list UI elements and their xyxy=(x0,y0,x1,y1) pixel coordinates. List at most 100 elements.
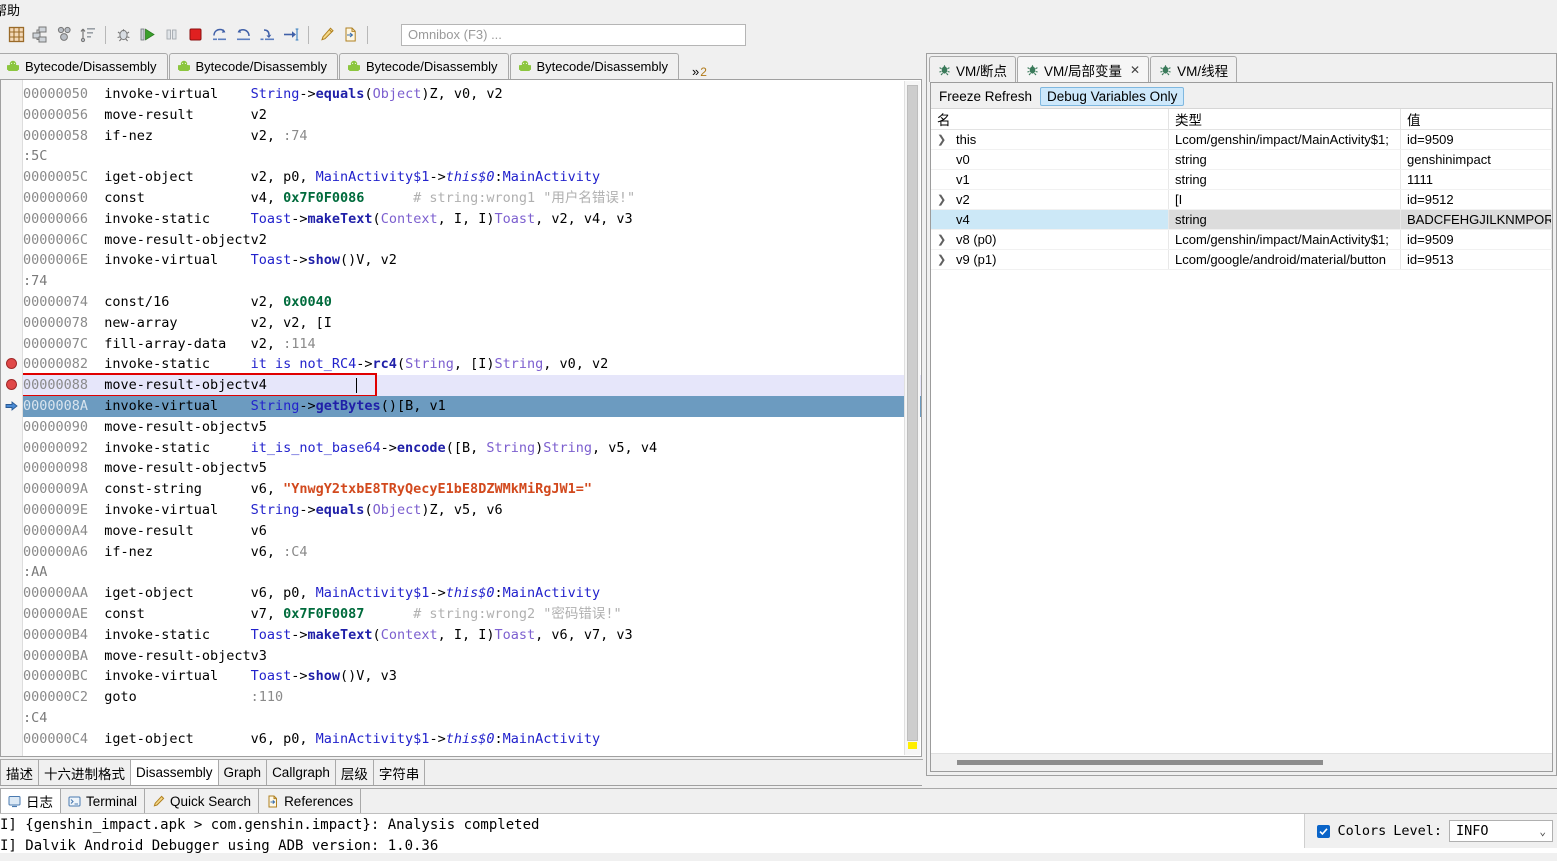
disassembly-line[interactable]: 000000A6 if-nez v6, :C4 xyxy=(23,542,921,563)
table-row[interactable]: ❯v1string1111 xyxy=(931,170,1552,190)
class-hierarchy-icon[interactable] xyxy=(28,23,52,47)
editor-bottom-tab-层级[interactable]: 层级 xyxy=(334,759,374,785)
debug-icon[interactable] xyxy=(111,23,135,47)
close-icon[interactable]: ✕ xyxy=(1130,63,1140,77)
export-icon[interactable] xyxy=(338,23,362,47)
menu-item-help[interactable]: 帮助 xyxy=(0,0,22,18)
log-console[interactable]: I] {genshin_impact.apk > com.genshin.imp… xyxy=(0,813,1557,853)
disassembly-code[interactable]: 00000050 invoke-virtual String->equals(O… xyxy=(23,80,921,756)
highlight-icon[interactable] xyxy=(314,23,338,47)
disassembly-line[interactable]: 00000078 new-array v2, v2, [I xyxy=(23,313,921,334)
disassembly-line[interactable]: 00000058 if-nez v2, :74 xyxy=(23,126,921,147)
scrollbar-thumb[interactable] xyxy=(907,85,918,741)
cell-name[interactable]: ❯v1 xyxy=(931,170,1169,189)
disassembly-line[interactable]: 000000A4 move-result v6 xyxy=(23,521,921,542)
bottom-tab-日志[interactable]: 日志 xyxy=(0,788,61,813)
column-header-name[interactable]: 名 xyxy=(931,109,1169,129)
disassembly-line[interactable]: 00000098 move-result-objectv5 xyxy=(23,458,921,479)
log-level-select[interactable]: INFO ⌄ xyxy=(1449,820,1553,842)
disassembly-line[interactable]: 0000006C move-result-objectv2 xyxy=(23,230,921,251)
disassembly-line[interactable]: 0000009A const-string v6, "YnwgY2txbE8TR… xyxy=(23,479,921,500)
scrollbar-thumb[interactable] xyxy=(957,760,1323,765)
tab-overflow-button[interactable]: » 2 xyxy=(692,62,707,79)
disassembly-line[interactable]: 00000082 invoke-static it is not_RC4->rc… xyxy=(23,354,921,375)
editor-bottom-tab-Graph[interactable]: Graph xyxy=(217,759,268,785)
step-into-icon[interactable] xyxy=(255,23,279,47)
chevron-right-icon[interactable]: ❯ xyxy=(937,133,950,146)
table-row[interactable]: ❯v0stringgenshinimpact xyxy=(931,150,1552,170)
cell-name[interactable]: ❯ v2 xyxy=(931,190,1169,209)
step-return-icon[interactable] xyxy=(231,23,255,47)
references-icon[interactable] xyxy=(52,23,76,47)
editor-bottom-tab-描述[interactable]: 描述 xyxy=(0,759,39,785)
chevron-right-icon[interactable]: ❯ xyxy=(937,233,950,246)
cell-name[interactable]: ❯v4 xyxy=(931,210,1169,229)
editor-bottom-tab-Callgraph[interactable]: Callgraph xyxy=(266,759,336,785)
run-icon[interactable] xyxy=(135,23,159,47)
step-over-icon[interactable] xyxy=(207,23,231,47)
editor-tab-3[interactable]: Bytecode/Disassembly xyxy=(509,53,679,79)
breakpoint-marker[interactable] xyxy=(6,358,17,370)
disassembly-line[interactable]: :AA xyxy=(23,562,921,583)
column-header-value[interactable]: 值 xyxy=(1401,109,1552,129)
table-row[interactable]: ❯v4stringBADCFEHGJILKNMPORQ xyxy=(931,210,1552,230)
tab-vm-breakpoints[interactable]: VM/断点 xyxy=(929,56,1017,82)
editor-tab-1[interactable]: Bytecode/Disassembly xyxy=(168,53,338,79)
bottom-tab-Terminal[interactable]: Terminal xyxy=(60,788,146,813)
disassembly-view[interactable]: 00000050 invoke-virtual String->equals(O… xyxy=(0,79,922,757)
disassembly-line[interactable]: 00000066 invoke-static Toast->makeText(C… xyxy=(23,209,921,230)
bottom-tab-References[interactable]: References xyxy=(258,788,362,813)
editor-tab-0[interactable]: Bytecode/Disassembly xyxy=(0,53,168,79)
bottom-tab-Quick Search[interactable]: Quick Search xyxy=(144,788,260,813)
grid-view-icon[interactable] xyxy=(4,23,28,47)
disassembly-line[interactable]: 0000007C fill-array-data v2, :114 xyxy=(23,334,921,355)
disassembly-line[interactable]: :74 xyxy=(23,271,921,292)
disassembly-line[interactable]: 0000006E invoke-virtual Toast->show()V, … xyxy=(23,250,921,271)
disassembly-line[interactable]: 00000090 move-result-objectv5 xyxy=(23,417,921,438)
disassembly-line[interactable]: 000000BA move-result-objectv3 xyxy=(23,646,921,667)
disassembly-line[interactable]: 0000005C iget-object v2, p0, MainActivit… xyxy=(23,167,921,188)
disassembly-line[interactable]: 00000074 const/16 v2, 0x0040 xyxy=(23,292,921,313)
disassembly-line[interactable]: 00000056 move-result v2 xyxy=(23,105,921,126)
tab-vm-local-variables[interactable]: VM/局部变量 ✕ xyxy=(1017,56,1150,82)
disassembly-line[interactable]: 000000B4 invoke-static Toast->makeText(C… xyxy=(23,625,921,646)
debug-variables-only-toggle[interactable]: Debug Variables Only xyxy=(1040,87,1185,106)
column-header-type[interactable]: 类型 xyxy=(1169,109,1401,129)
breakpoint-marker[interactable] xyxy=(6,379,17,391)
cell-name[interactable]: ❯ v8 (p0) xyxy=(931,230,1169,249)
table-row[interactable]: ❯ this Lcom/genshin/impact/MainActivity$1;… xyxy=(931,130,1552,150)
disassembly-line[interactable]: :C4 xyxy=(23,708,921,729)
disassembly-line[interactable]: 000000C2 goto :110 xyxy=(23,687,921,708)
cell-name[interactable]: ❯ v9 (p1) xyxy=(931,250,1169,269)
freeze-refresh-button[interactable]: Freeze Refresh xyxy=(939,89,1032,104)
run-to-cursor-icon[interactable] xyxy=(279,23,303,47)
colors-checkbox[interactable] xyxy=(1317,824,1331,838)
search-input[interactable]: Omnibox (F3) ... xyxy=(401,23,746,46)
disassembly-line[interactable]: 00000060 const v4, 0x7F0F0086 # string:w… xyxy=(23,188,921,209)
editor-gutter[interactable] xyxy=(1,80,23,756)
disassembly-line[interactable]: 000000C4 iget-object v6, p0, MainActivit… xyxy=(23,729,921,750)
cell-name[interactable]: ❯ this xyxy=(931,130,1169,149)
variables-horizontal-scrollbar[interactable] xyxy=(931,753,1552,771)
disassembly-line[interactable]: 000000AE const v7, 0x7F0F0087 # string:w… xyxy=(23,604,921,625)
stop-icon[interactable] xyxy=(183,23,207,47)
table-row[interactable]: ❯ v8 (p0) Lcom/genshin/impact/MainActivity… xyxy=(931,230,1552,250)
disassembly-line[interactable]: 0000009E invoke-virtual String->equals(O… xyxy=(23,500,921,521)
disassembly-line[interactable]: 000000AA iget-object v6, p0, MainActivit… xyxy=(23,583,921,604)
tab-vm-threads[interactable]: VM/线程 xyxy=(1150,56,1238,82)
editor-bottom-tab-Disassembly[interactable]: Disassembly xyxy=(130,759,219,785)
editor-bottom-tab-十六进制格式[interactable]: 十六进制格式 xyxy=(38,759,131,785)
editor-tab-2[interactable]: Bytecode/Disassembly xyxy=(339,53,509,79)
disassembly-line[interactable]: 000000BC invoke-virtual Toast->show()V, … xyxy=(23,666,921,687)
sort-icon[interactable] xyxy=(76,23,100,47)
chevron-right-icon[interactable]: ❯ xyxy=(937,193,950,206)
chevron-right-icon[interactable]: ❯ xyxy=(937,253,950,266)
disassembly-line[interactable]: 00000092 invoke-static it_is_not_base64-… xyxy=(23,438,921,459)
editor-bottom-tab-字符串[interactable]: 字符串 xyxy=(372,759,426,785)
disassembly-line[interactable]: 00000050 invoke-virtual String->equals(O… xyxy=(23,84,921,105)
table-row[interactable]: ❯ v2 [I id=9512 xyxy=(931,190,1552,210)
disassembly-line[interactable]: 0000008A invoke-virtual String->getBytes… xyxy=(23,395,921,417)
pause-icon[interactable] xyxy=(159,23,183,47)
disassembly-line[interactable]: 00000088 move-result-objectv4 xyxy=(23,375,921,396)
vertical-scrollbar[interactable] xyxy=(904,81,920,755)
